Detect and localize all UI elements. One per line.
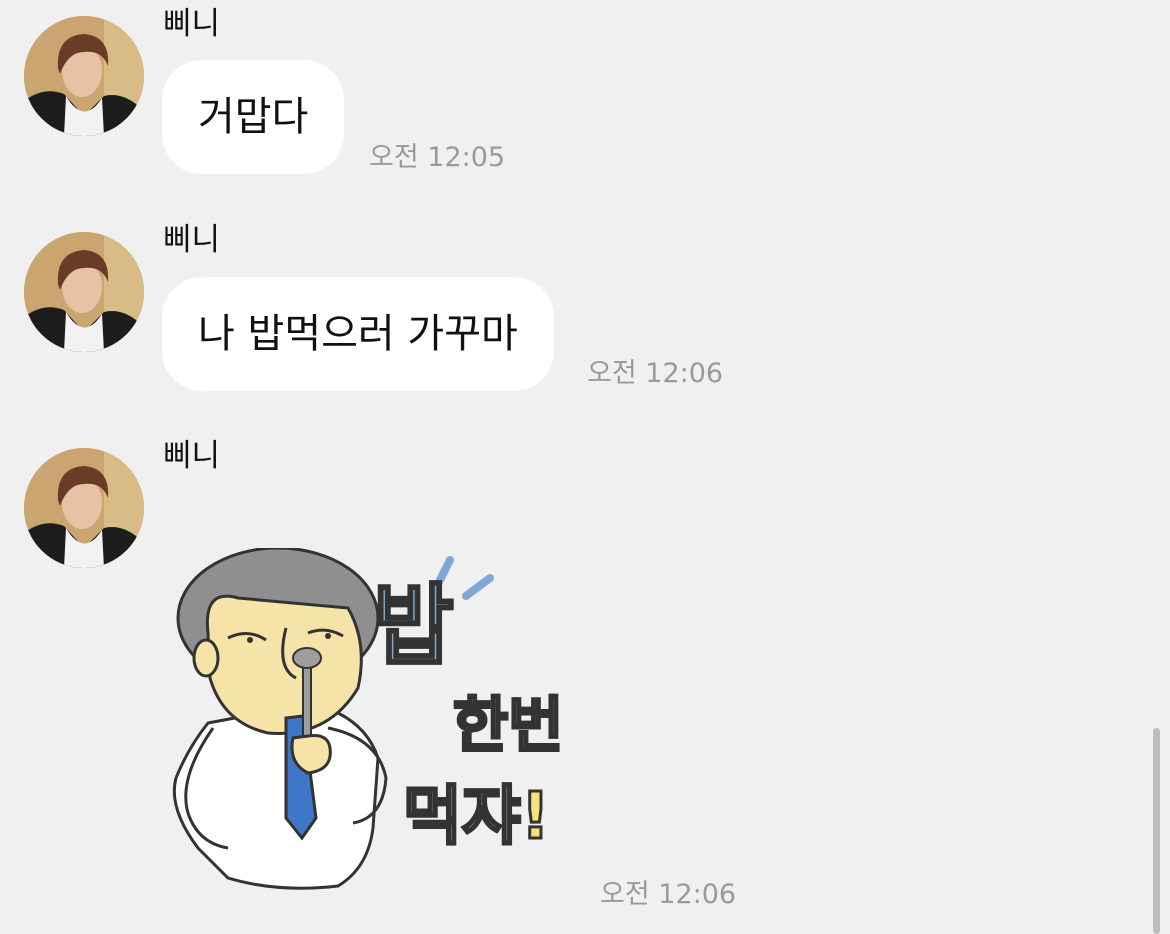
sticker-text-3: 먹쟈! [403,780,550,854]
sender-name: 삐니 [163,438,221,474]
scrollbar[interactable] [1153,728,1160,934]
sticker[interactable]: 밥 한번 먹쟈! [168,546,568,893]
avatar[interactable] [24,232,144,352]
message-bubble[interactable]: 거맙다 [162,60,345,174]
sticker-text-2: 한번 [453,691,563,761]
eating-man-sticker-icon: 밥 한번 먹쟈! [172,546,565,890]
sender-name: 삐니 [163,6,221,42]
avatar[interactable] [24,448,144,568]
avatar[interactable] [24,16,144,136]
message-time: 오전 12:06 [600,879,737,910]
profile-photo-icon [24,232,144,352]
profile-photo-icon [24,448,144,568]
sticker-text-1: 밥 [373,574,454,677]
message-bubble[interactable]: 나 밥먹으러 가꾸마 [162,277,554,391]
message-time: 오전 12:06 [587,358,724,389]
message-time: 오전 12:05 [369,142,506,173]
sender-name: 삐니 [163,222,221,258]
profile-photo-icon [24,16,144,136]
